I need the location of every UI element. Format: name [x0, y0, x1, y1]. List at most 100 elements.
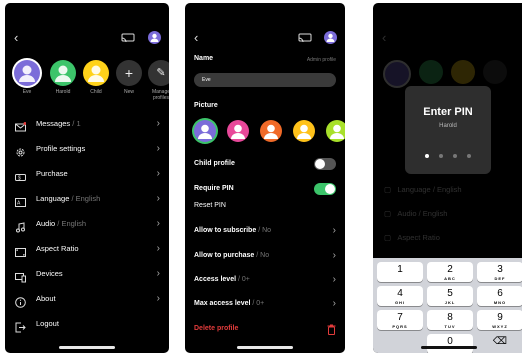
avatar[interactable] [148, 31, 161, 44]
require-pin-label: Require PIN [194, 185, 234, 192]
profile-avatar [50, 60, 76, 86]
menu-item-value: / 1 [72, 119, 81, 128]
chevron-right-icon: › [156, 193, 160, 204]
menu-item-text: About [36, 294, 56, 303]
option-label: Access level [194, 276, 237, 283]
option-row-max-access-level[interactable]: Max access level / 0+ › [194, 297, 336, 311]
menu-item-logout[interactable]: Logout [5, 311, 169, 336]
menu-item-language[interactable]: A Language / English › [5, 186, 169, 211]
chevron-right-icon: › [332, 250, 336, 261]
cast-icon[interactable] [121, 33, 135, 43]
menu-item-label: Audio / English [36, 211, 86, 236]
pin-dot [467, 154, 471, 158]
back-chevron-icon: ‹ [382, 30, 387, 45]
svg-text:$: $ [18, 176, 21, 182]
key-5[interactable]: 5 JKL [427, 286, 473, 306]
menu-item-about[interactable]: About › [5, 286, 169, 311]
menu-item-text: Profile settings [36, 144, 86, 153]
option-label: Allow to purchase [194, 252, 255, 259]
profile-name: Manage profiles [151, 89, 169, 101]
name-label: Name [194, 55, 214, 62]
picture-option[interactable] [326, 120, 345, 142]
menu-item-text: Purchase [36, 169, 68, 178]
menu-item-label: Aspect Ratio [36, 236, 79, 261]
profile-eve[interactable]: Eve [12, 60, 42, 95]
info-icon [15, 293, 26, 308]
menu-item-label: Logout [36, 311, 59, 336]
key-2[interactable]: 2 ABC [427, 262, 473, 282]
key-digit: 9 [497, 312, 503, 323]
key-0[interactable]: 0 [427, 334, 473, 353]
profile-child[interactable]: Child [81, 60, 111, 95]
profiles-menu-screen: ‹ Eve Harold Child + New ✎ Manage profiles Mes… [5, 3, 169, 353]
option-value: / 0+ [238, 276, 250, 283]
menu-item-profile-settings[interactable]: Profile settings › [5, 136, 169, 161]
child-profile-row: Child profile [194, 157, 336, 171]
option-row-allow-to-purchase[interactable]: Allow to purchase / No › [194, 249, 336, 263]
key-digit: 2 [447, 264, 453, 275]
picture-option[interactable] [227, 120, 249, 142]
delete-profile-label: Delete profile [194, 325, 239, 332]
picture-option[interactable] [194, 120, 216, 142]
name-input[interactable]: Eve [194, 73, 336, 87]
dialog-subtitle: Harold [439, 123, 457, 129]
profile-harold[interactable]: Harold [48, 60, 78, 95]
profile-new[interactable]: + New [114, 60, 144, 95]
picture-option[interactable] [260, 120, 282, 142]
key-3[interactable]: 3 DEF [477, 262, 522, 282]
menu-item-label: Purchase [36, 161, 68, 186]
ticket-icon: $ [15, 168, 26, 182]
profile-avatar-eve [383, 60, 411, 88]
trash-icon[interactable] [327, 322, 336, 341]
menu-item-text: Audio [36, 219, 56, 228]
chevron-right-icon: › [332, 298, 336, 309]
key-letters: TUV [444, 324, 456, 329]
key-8[interactable]: 8 TUV [427, 310, 473, 330]
chevron-right-icon: › [332, 274, 336, 285]
menu-item-label: Language / English [36, 186, 100, 211]
home-indicator [237, 346, 293, 349]
reset-pin-link[interactable]: Reset PIN [194, 202, 226, 209]
key-1[interactable]: 1 [377, 262, 423, 282]
picture-option[interactable] [293, 120, 315, 142]
option-row-allow-to-subscribe[interactable]: Allow to subscribe / No › [194, 224, 336, 238]
numeric-keypad: 1 2 ABC 3 DEF 4 GHI 5 JKL 6 MNO 7 PQRS 8 TUV 9 WXYZ 0 ⌫ [373, 258, 522, 353]
cast-icon[interactable] [298, 33, 312, 43]
top-bar: ‹ [5, 30, 169, 46]
bg-aspect-row: ▢ Aspect Ratio [384, 233, 440, 242]
key-letters: ABC [444, 276, 456, 281]
require-pin-toggle[interactable] [314, 183, 336, 195]
dialog-title: Enter PIN [423, 106, 473, 118]
chevron-right-icon: › [156, 168, 160, 179]
language-icon: A [15, 193, 26, 207]
menu-item-devices[interactable]: Devices › [5, 261, 169, 286]
key-4[interactable]: 4 GHI [377, 286, 423, 306]
profile-manage-profiles[interactable]: ✎ Manage profiles [146, 60, 169, 101]
key-9[interactable]: 9 WXYZ [477, 310, 522, 330]
menu-item-aspect-ratio[interactable]: Aspect Ratio › [5, 236, 169, 261]
home-indicator [421, 346, 477, 349]
option-label: Allow to subscribe [194, 227, 257, 234]
menu-item-messages[interactable]: Messages / 1 › [5, 111, 169, 136]
profile-name: Harold [55, 89, 71, 95]
avatar[interactable] [324, 31, 337, 44]
option-row-access-level[interactable]: Access level / 0+ › [194, 273, 336, 287]
chevron-right-icon: › [332, 225, 336, 236]
back-chevron-icon[interactable]: ‹ [14, 30, 18, 46]
key-digit: 6 [497, 288, 503, 299]
menu-item-purchase[interactable]: $ Purchase › [5, 161, 169, 186]
child-profile-toggle[interactable] [314, 158, 336, 170]
backspace-key[interactable]: ⌫ [477, 334, 522, 353]
key-letters: JKL [444, 300, 456, 305]
menu-item-audio[interactable]: Audio / English › [5, 211, 169, 236]
key-letters: PQRS [392, 324, 408, 329]
profile-name: New [123, 89, 134, 95]
key-7[interactable]: 7 PQRS [377, 310, 423, 330]
back-chevron-icon[interactable]: ‹ [194, 30, 198, 46]
plus-icon: + [116, 60, 142, 86]
menu-item-text: Aspect Ratio [36, 244, 79, 253]
delete-profile-button[interactable]: Delete profile [194, 322, 336, 336]
key-digit: 3 [497, 264, 503, 275]
key-digit: 8 [447, 312, 453, 323]
key-6[interactable]: 6 MNO [477, 286, 522, 306]
